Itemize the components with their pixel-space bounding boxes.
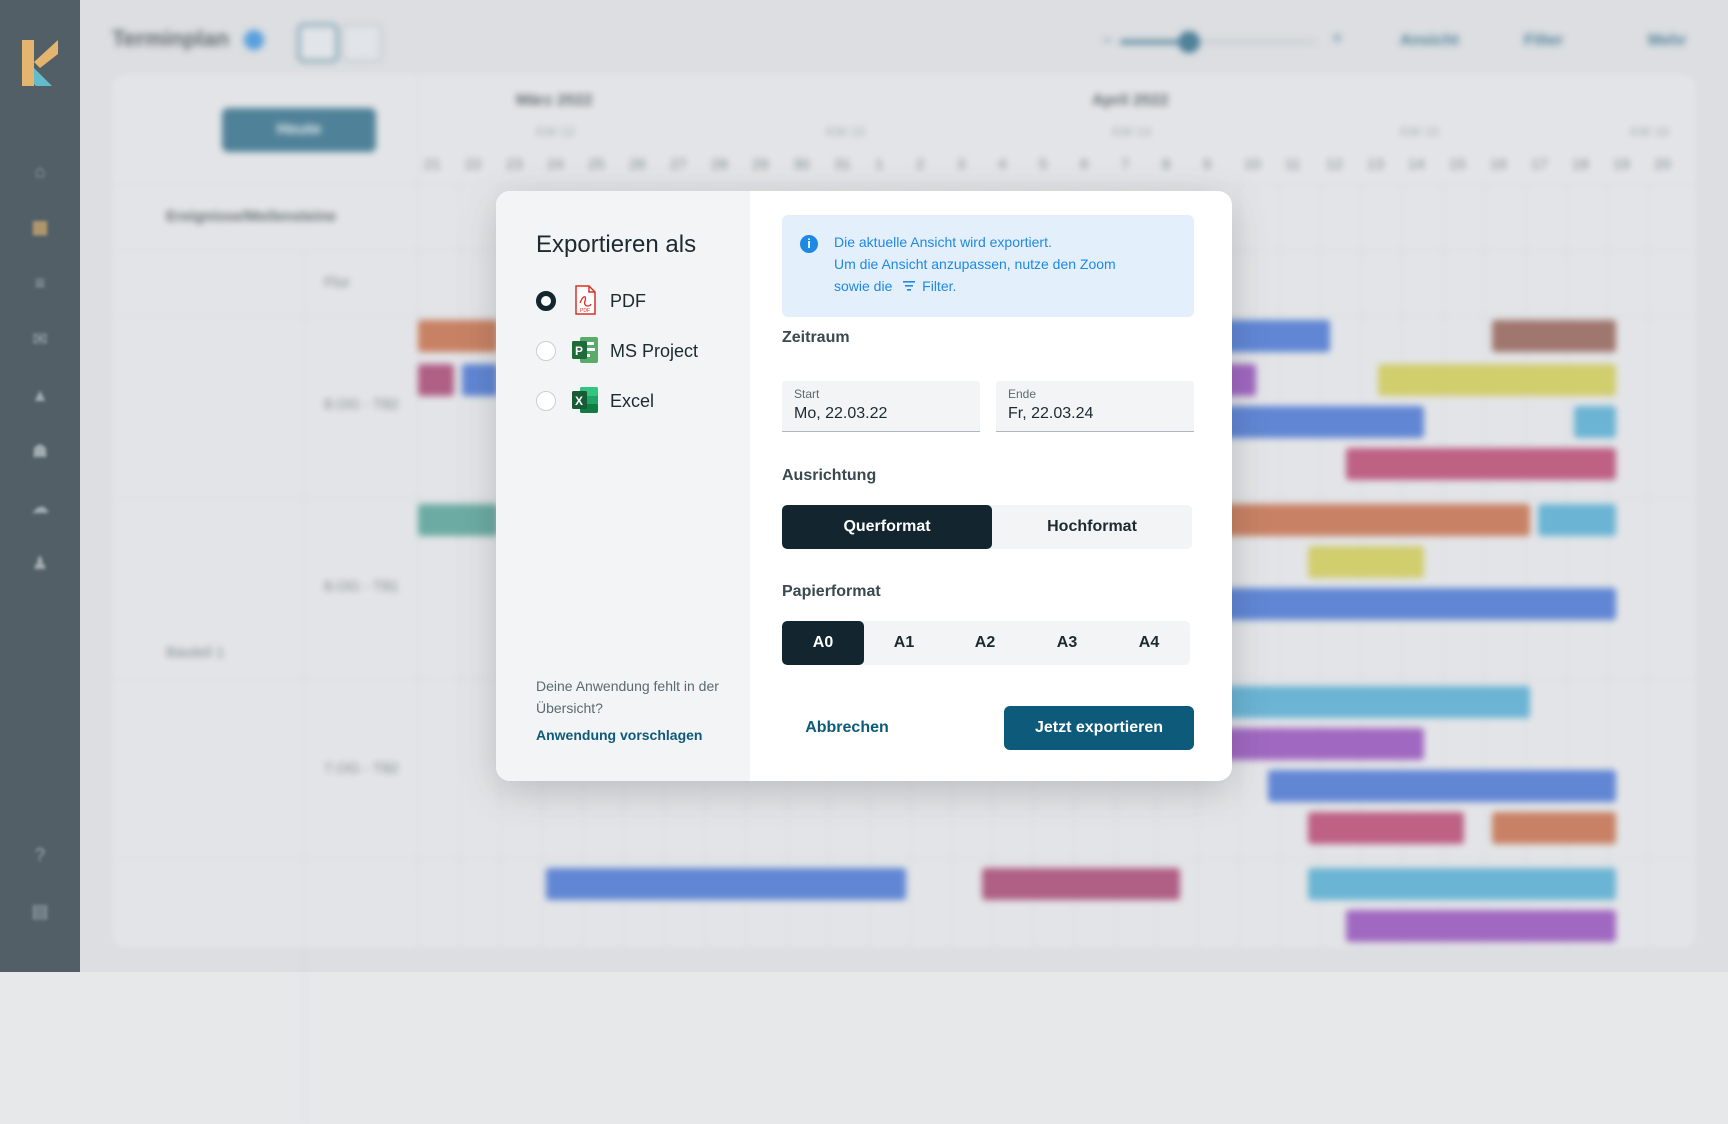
orientation-landscape-button[interactable]: Querformat xyxy=(782,505,992,549)
paper-a3-button[interactable]: A3 xyxy=(1026,621,1108,665)
excel-icon: X xyxy=(572,387,598,413)
end-date-field[interactable]: Ende Fr, 22.03.24 xyxy=(996,381,1194,432)
orientation-portrait-button[interactable]: Hochformat xyxy=(992,505,1192,549)
format-label: PDF xyxy=(610,291,646,311)
svg-text:P: P xyxy=(575,344,583,358)
export-button[interactable]: Jetzt exportieren xyxy=(1004,706,1194,750)
cancel-button[interactable]: Abbrechen xyxy=(782,706,912,750)
info-banner: i Die aktuelle Ansicht wird exportiert. … xyxy=(782,215,1194,317)
radio-ms-project[interactable] xyxy=(536,341,556,361)
svg-text:X: X xyxy=(575,394,583,408)
format-option-pdf[interactable]: PDF PDF xyxy=(536,285,736,317)
paper-format-label: Papierformat xyxy=(782,583,881,600)
format-label: Excel xyxy=(610,391,655,411)
timeframe-label: Zeitraum xyxy=(782,329,850,346)
filter-icon xyxy=(903,281,916,291)
paper-a0-button[interactable]: A0 xyxy=(782,621,864,665)
format-option-ms-project[interactable]: P MS Project xyxy=(536,335,736,367)
format-label: MS Project xyxy=(610,341,699,361)
start-date-field[interactable]: Start Mo, 22.03.22 xyxy=(782,381,980,432)
svg-text:PDF: PDF xyxy=(580,308,590,314)
format-panel: Exportieren als PDF PDF P MS Project X E… xyxy=(496,191,750,781)
radio-pdf[interactable] xyxy=(536,291,556,311)
export-dialog: Exportieren als PDF PDF P MS Project X E… xyxy=(496,191,1232,781)
missing-app-text: Deine Anwendung fehlt in der Übersicht? xyxy=(536,678,719,716)
info-icon: i xyxy=(800,235,818,253)
dialog-title: Exportieren als xyxy=(536,231,697,258)
paper-format-selector: A0 A1 A2 A3 A4 xyxy=(782,621,1190,665)
radio-excel[interactable] xyxy=(536,391,556,411)
paper-a1-button[interactable]: A1 xyxy=(864,621,944,665)
format-option-excel[interactable]: X Excel xyxy=(536,385,736,417)
paper-a2-button[interactable]: A2 xyxy=(944,621,1026,665)
paper-a4-button[interactable]: A4 xyxy=(1108,621,1190,665)
ms-project-icon: P xyxy=(572,337,598,363)
info-text: Die aktuelle Ansicht wird exportiert. Um… xyxy=(834,234,1116,294)
suggest-app-link[interactable]: Anwendung vorschlagen xyxy=(536,727,702,743)
orientation-label: Ausrichtung xyxy=(782,467,877,484)
pdf-file-icon: PDF xyxy=(575,285,596,315)
orientation-selector: Querformat Hochformat xyxy=(782,505,1192,549)
